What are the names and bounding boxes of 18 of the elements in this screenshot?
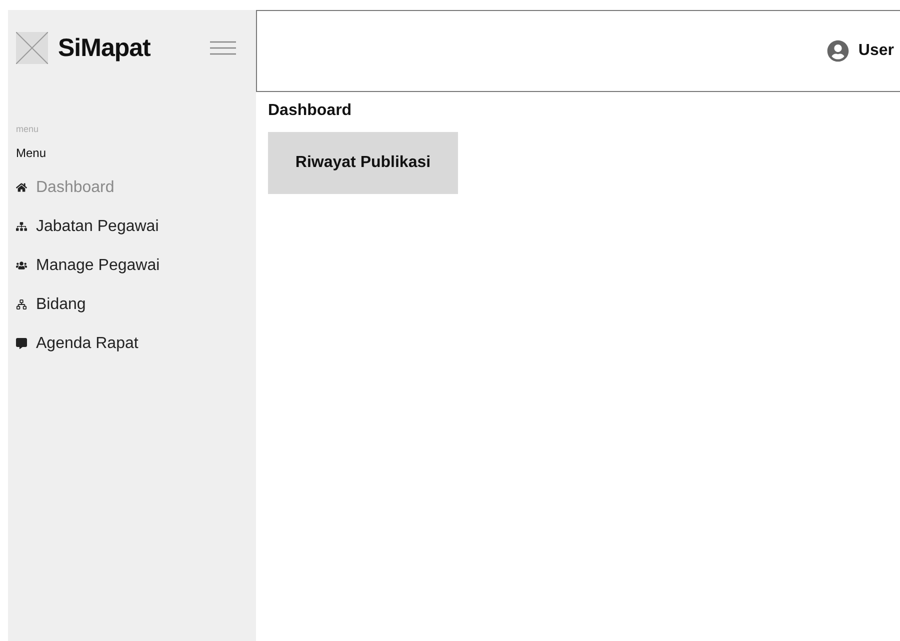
hierarchy-icon [16,299,28,310]
section-caption: menu [16,124,40,134]
menu-icon[interactable] [210,41,236,55]
page-title: Dashboard [268,102,352,120]
sidebar-item[interactable]: Jabatan Pegawai [16,207,159,246]
brand-name: SiMapat [58,34,152,62]
sitemap-icon [16,221,28,232]
home-icon [16,182,28,193]
sidebar-item[interactable]: Manage Pegawai [16,246,160,285]
sidebar-item[interactable]: Agenda Rapat [16,324,138,363]
users-icon [16,260,28,271]
user-name[interactable]: User [858,42,894,60]
logo-icon [16,32,48,64]
chat-icon [16,338,28,349]
section-title: Menu [16,146,46,160]
sidebar-item[interactable]: Bidang [16,285,86,324]
summary-card[interactable]: Riwayat Publikasi [268,132,458,194]
user-avatar-icon[interactable] [827,40,850,62]
